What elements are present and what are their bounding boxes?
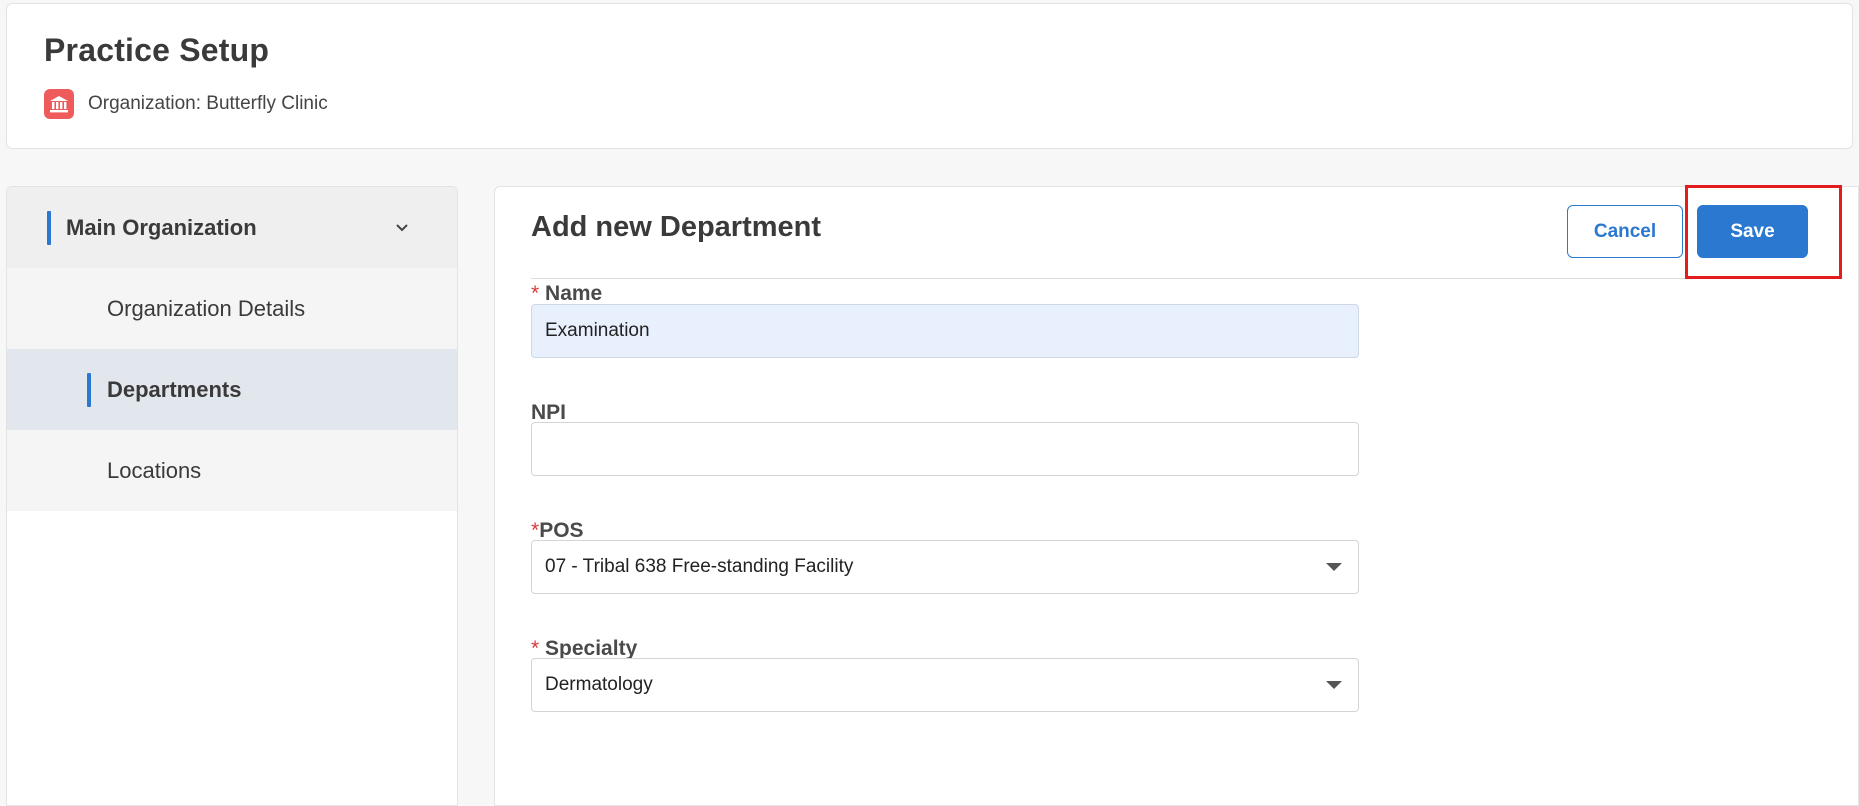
- department-form: Add new Department Cancel Save * Name NP…: [494, 186, 1859, 806]
- required-marker: *: [531, 637, 540, 660]
- sidebar-item-label: Departments: [107, 376, 242, 402]
- npi-input[interactable]: [531, 422, 1359, 476]
- institution-icon: [44, 89, 74, 119]
- pos-selected-value: 07 - Tribal 638 Free-standing Facility: [545, 556, 854, 577]
- required-marker: *: [531, 282, 540, 305]
- name-input[interactable]: [531, 304, 1359, 358]
- sidebar-item-label: Locations: [107, 457, 202, 483]
- sidebar-item-locations[interactable]: Locations: [7, 430, 457, 511]
- organization-line: Organization: Butterfly Clinic: [44, 89, 328, 119]
- sidebar-item-organization-details[interactable]: Organization Details: [7, 268, 457, 349]
- sidebar-item-departments[interactable]: Departments: [7, 349, 457, 430]
- cancel-button[interactable]: Cancel: [1567, 205, 1683, 258]
- required-marker: *: [531, 519, 540, 542]
- page-title: Practice Setup: [44, 32, 270, 68]
- save-button[interactable]: Save: [1697, 205, 1808, 258]
- page-header: Practice Setup Organization: Butterfly C…: [6, 3, 1853, 149]
- caret-down-icon: [1326, 681, 1342, 689]
- name-label: * Name: [531, 282, 603, 305]
- sidebar: Main Organization Organization Details D…: [6, 186, 458, 806]
- caret-down-icon: [1326, 563, 1342, 571]
- sidebar-item-label: Organization Details: [107, 295, 306, 321]
- active-indicator: [47, 211, 51, 245]
- specialty-select[interactable]: Dermatology: [531, 658, 1359, 712]
- divider: [531, 278, 1815, 279]
- active-indicator: [87, 373, 91, 407]
- sidebar-group-main-organization[interactable]: Main Organization: [7, 187, 457, 268]
- sidebar-group-label: Main Organization: [66, 214, 257, 240]
- organization-name: Organization: Butterfly Clinic: [88, 93, 328, 114]
- form-title: Add new Department: [531, 211, 822, 243]
- chevron-down-icon[interactable]: [391, 217, 413, 239]
- pos-select[interactable]: 07 - Tribal 638 Free-standing Facility: [531, 540, 1359, 594]
- specialty-selected-value: Dermatology: [545, 674, 653, 695]
